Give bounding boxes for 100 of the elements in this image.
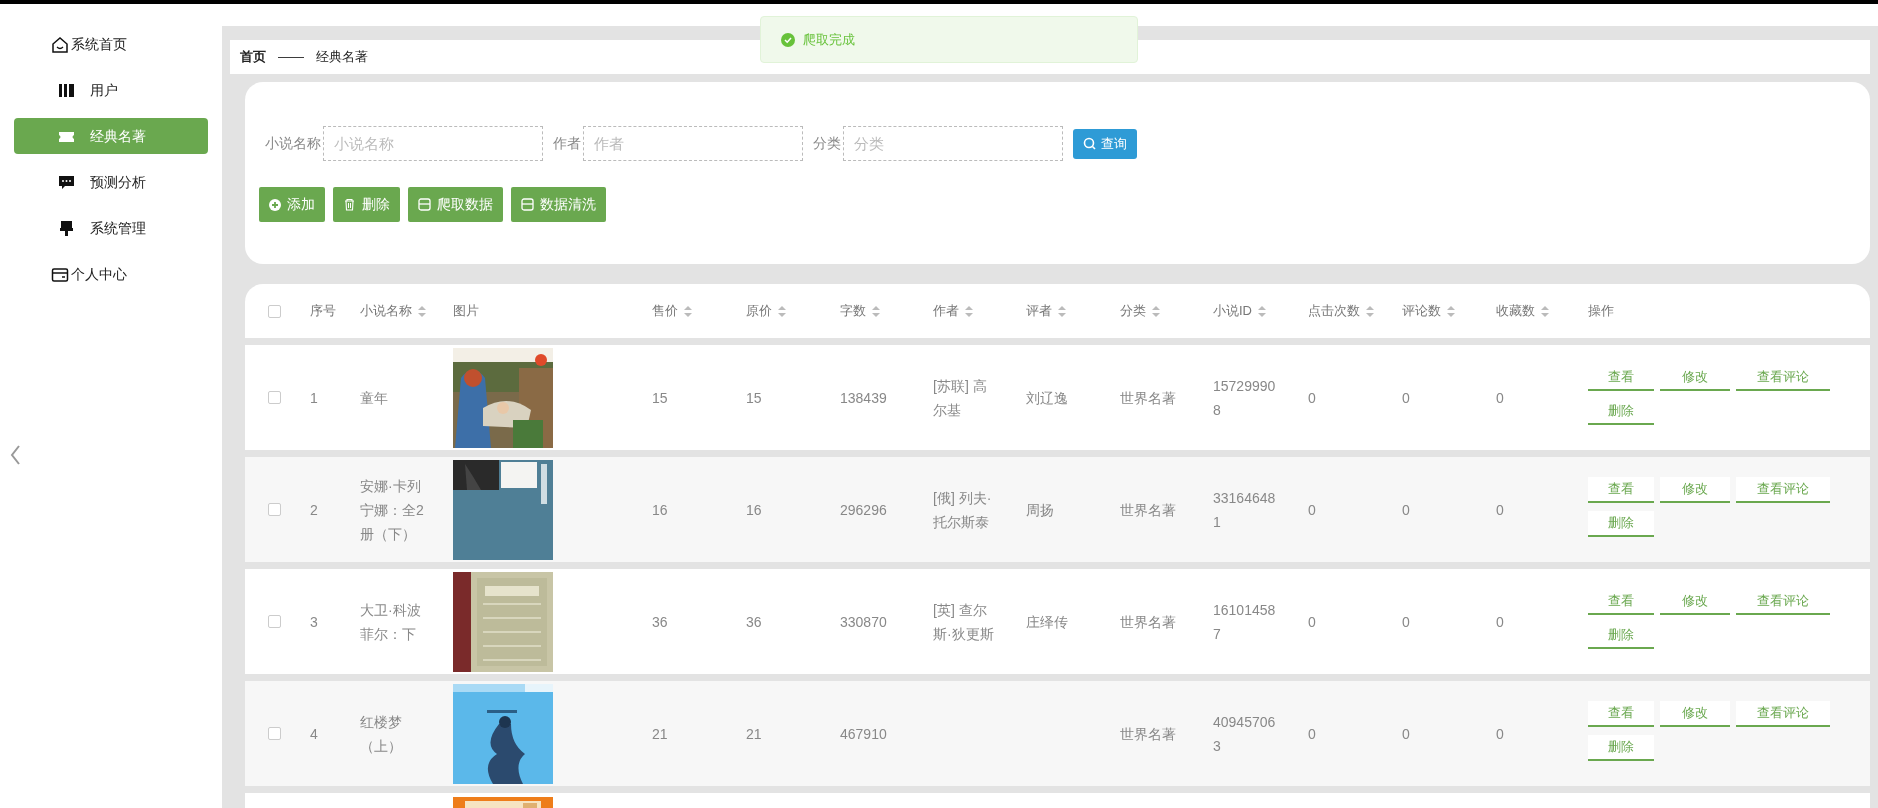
action-button[interactable]: 删除 [1588, 510, 1654, 537]
table-cell: 36 [746, 613, 762, 630]
table-cell: 0 [1308, 725, 1316, 742]
table-cell: 16 [746, 501, 762, 518]
table-cell: 21 [652, 725, 668, 742]
toolbar-button[interactable]: 爬取数据 [408, 187, 503, 222]
table-cell: 安娜·卡列宁娜：全2册（下） [360, 477, 424, 542]
column-header[interactable]: 小说ID [1213, 301, 1252, 321]
search-icon [1083, 137, 1096, 150]
house-icon [51, 35, 69, 53]
table-cell: 467910 [840, 725, 887, 742]
database-icon [521, 198, 534, 211]
table-cell: [英] 查尔斯·狄更斯 [933, 601, 994, 642]
column-header[interactable]: 评者 [1026, 301, 1052, 321]
table-cell: 世界名著 [1120, 725, 1176, 742]
table-cell: [俄] 列夫·托尔斯泰 [933, 489, 992, 530]
sidebar-item[interactable]: 系统首页 [14, 26, 208, 62]
field-label: 小说名称 [265, 134, 321, 153]
toolbar-button[interactable]: 添加 [259, 187, 325, 222]
table-cell: 4 [310, 725, 318, 742]
table-cell: 161014587 [1213, 601, 1276, 642]
sidebar-item[interactable]: 用户 [14, 72, 208, 108]
checkbox[interactable] [268, 615, 281, 628]
stamp-icon [58, 219, 76, 237]
table-cell: 0 [1402, 389, 1410, 406]
chevron-left-icon[interactable] [9, 444, 21, 466]
chat-icon [58, 173, 76, 191]
search-field[interactable]: 分类 [843, 126, 1063, 161]
breadcrumb-item[interactable]: 首页 [240, 47, 266, 67]
action-button[interactable]: 删除 [1588, 734, 1654, 761]
checkbox[interactable] [268, 727, 281, 740]
breadcrumb-separator: —— [278, 48, 304, 67]
table-cell: 138439 [840, 389, 887, 406]
action-button[interactable]: 修改 [1660, 700, 1730, 727]
trash-icon [343, 198, 356, 211]
column-header[interactable]: 字数 [840, 301, 866, 321]
sidebar-item[interactable]: 系统管理 [14, 210, 208, 246]
table-cell: 世界名著 [1120, 501, 1176, 518]
table-cell: 0 [1496, 725, 1504, 742]
toolbar-button[interactable]: 删除 [333, 187, 400, 222]
column-header[interactable]: 原价 [746, 301, 772, 321]
column-header: 序号 [310, 302, 336, 321]
table-cell: 庄绎传 [1026, 613, 1068, 630]
column-header[interactable]: 售价 [652, 301, 678, 321]
table-cell: 15 [746, 389, 762, 406]
table-cell: 409457063 [1213, 713, 1276, 754]
table-cell: 0 [1496, 389, 1504, 406]
column-header: 图片 [453, 302, 479, 321]
action-button[interactable]: 修改 [1660, 476, 1730, 503]
table-cell: 0 [1308, 389, 1316, 406]
checkbox[interactable] [268, 503, 281, 516]
search-field[interactable]: 小说名称 [323, 126, 543, 161]
table-cell: 21 [746, 725, 762, 742]
table-cell: 1 [310, 389, 318, 406]
toast-text: 爬取完成 [803, 30, 855, 49]
table-cell: 296296 [840, 501, 887, 518]
breadcrumb-item: 经典名著 [316, 48, 368, 67]
field-label: 分类 [813, 134, 841, 153]
books-icon [58, 81, 76, 99]
sidebar-item[interactable]: 预测分析 [14, 164, 208, 200]
table-cell: 大卫·科波菲尔：下 [360, 601, 421, 642]
action-button[interactable]: 查看 [1588, 700, 1654, 727]
table-cell: 世界名著 [1120, 389, 1176, 406]
table-cell: 0 [1496, 501, 1504, 518]
table-cell: 15 [652, 389, 668, 406]
action-button[interactable]: 查看评论 [1736, 476, 1830, 503]
table-cell: 157299908 [1213, 377, 1276, 418]
table-cell: 0 [1402, 501, 1410, 518]
table-cell: 周扬 [1026, 501, 1054, 518]
action-button[interactable]: 查看 [1588, 476, 1654, 503]
table-cell: 0 [1496, 613, 1504, 630]
checkbox[interactable] [268, 391, 281, 404]
table-cell: 世界名著 [1120, 613, 1176, 630]
table-cell: 0 [1308, 501, 1316, 518]
wallet-icon [51, 265, 69, 283]
table-cell: 红楼梦（上） [360, 713, 402, 754]
plus-icon [269, 198, 281, 211]
search-field[interactable]: 作者 [583, 126, 803, 161]
search-button[interactable]: 查询 [1073, 128, 1137, 159]
table-cell: 16 [652, 501, 668, 518]
column-header[interactable]: 分类 [1120, 301, 1146, 321]
checkbox[interactable] [268, 304, 281, 318]
table-cell: 3 [310, 613, 318, 630]
table-cell: 330870 [840, 613, 887, 630]
sidebar-item[interactable]: 经典名著 [14, 118, 208, 154]
toolbar-button[interactable]: 数据清洗 [511, 187, 606, 222]
column-header[interactable]: 点击次数 [1308, 301, 1360, 321]
table-cell: [苏联] 高尔基 [933, 377, 987, 418]
table-cell: 0 [1402, 725, 1410, 742]
success-icon [781, 32, 795, 47]
column-header[interactable]: 评论数 [1402, 301, 1441, 321]
table-cell: 童年 [360, 389, 388, 406]
table-cell: 2 [310, 501, 318, 518]
table-cell: 331646481 [1213, 489, 1276, 530]
action-button[interactable]: 查看评论 [1736, 700, 1830, 727]
table-cell: 0 [1308, 613, 1316, 630]
column-header[interactable]: 收藏数 [1496, 301, 1535, 321]
sidebar-item[interactable]: 个人中心 [14, 256, 208, 292]
column-header[interactable]: 小说名称 [360, 301, 412, 321]
column-header[interactable]: 作者 [933, 301, 959, 321]
